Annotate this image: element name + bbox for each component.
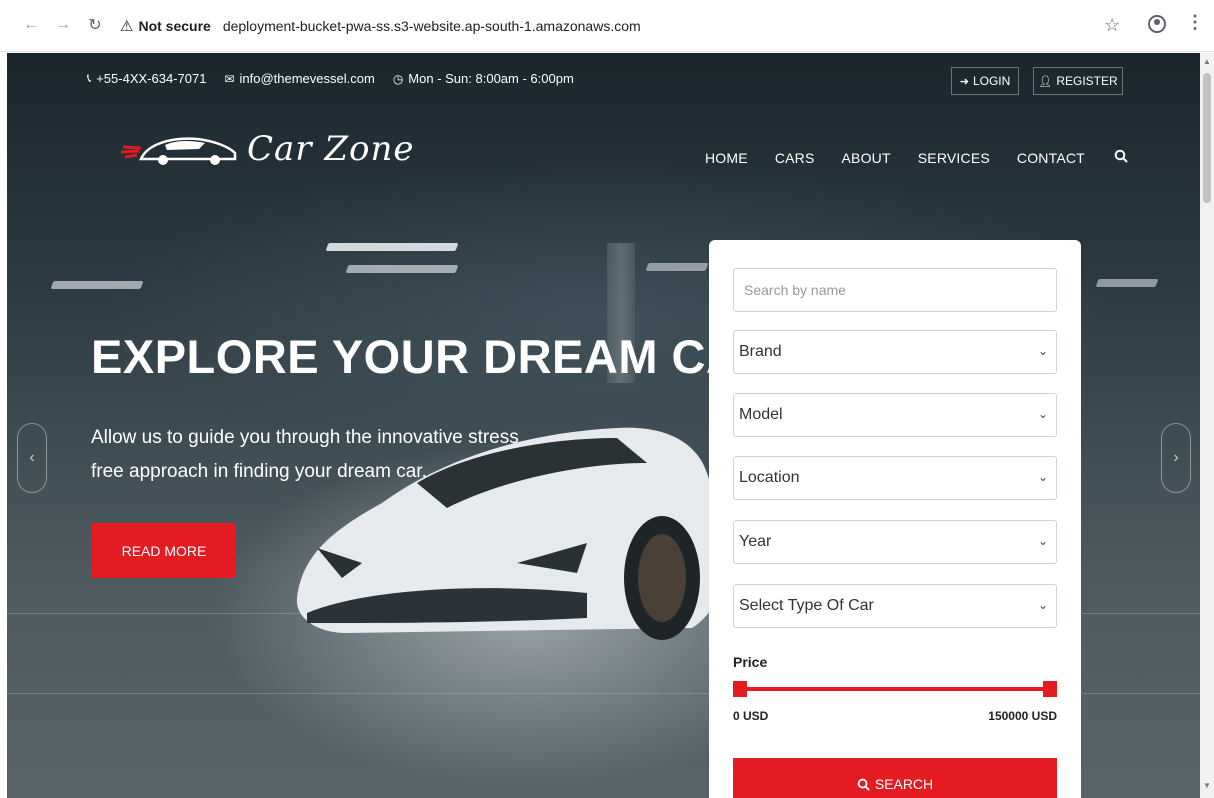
site-logo[interactable]: Car Zone: [119, 129, 414, 169]
price-min-handle[interactable]: [733, 681, 747, 697]
model-select[interactable]: Model ⌄: [733, 393, 1057, 437]
login-button[interactable]: ➜ LOGIN: [951, 67, 1019, 95]
model-select-value: Model: [739, 406, 783, 423]
email-text: info@themevessel.com: [239, 71, 375, 86]
hero-section: 📞︎ +55-4XX-634-7071 ✉ info@themevessel.com…: [7, 53, 1200, 798]
phone-info: 📞︎ +55-4XX-634-7071: [87, 71, 206, 86]
ceiling-light: [345, 265, 459, 273]
chevron-down-icon: ⌄: [1037, 534, 1048, 548]
phone-text: +55-4XX-634-7071: [96, 71, 207, 86]
profile-icon[interactable]: [1148, 15, 1166, 33]
scroll-down-arrow-icon[interactable]: ▼: [1203, 781, 1211, 790]
price-range-slider[interactable]: [733, 681, 1057, 697]
search-icon[interactable]: [1114, 149, 1128, 166]
reload-icon[interactable]: ↻: [84, 14, 106, 36]
bookmark-star-icon[interactable]: ☆: [1104, 15, 1120, 36]
ceiling-light: [50, 281, 144, 289]
hero-title: EXPLORE YOUR DREAM CAR: [91, 330, 775, 383]
nav-services[interactable]: SERVICES: [918, 150, 990, 166]
nav-home[interactable]: HOME: [705, 150, 748, 166]
price-range-track: [739, 687, 1051, 691]
clock-icon: ◷: [392, 71, 404, 86]
price-max-handle[interactable]: [1043, 681, 1057, 697]
login-label: LOGIN: [972, 74, 1011, 88]
logo-text: Car Zone: [247, 129, 415, 169]
car-logo-icon: [120, 137, 237, 165]
nav-about[interactable]: ABOUT: [842, 150, 891, 166]
ceiling-light: [645, 263, 709, 271]
hero-subtitle: Allow us to guide you through the innova…: [91, 427, 519, 482]
search-name-input[interactable]: Search by name: [733, 268, 1057, 312]
forward-arrow-icon[interactable]: →: [52, 14, 74, 36]
search-button[interactable]: SEARCH: [733, 758, 1057, 798]
phone-icon: 📞︎: [87, 71, 92, 85]
price-min-value: 0 USD: [733, 709, 769, 723]
hours-text: Mon - Sun: 8:00am - 6:00pm: [408, 71, 574, 86]
year-select[interactable]: Year ⌄: [733, 520, 1057, 564]
user-icon: 👤︎: [1038, 75, 1053, 88]
price-max-value: 150000 USD: [988, 709, 1057, 723]
location-select-value: Location: [739, 469, 800, 486]
chevron-down-icon: ⌄: [1037, 470, 1048, 484]
car-search-panel: Search by name Brand ⌄ Model ⌄ Location ⌄ Y…: [709, 240, 1081, 798]
menu-kebab-icon[interactable]: ⋮: [1186, 12, 1204, 33]
car-type-select-value: Select Type Of Car: [739, 597, 874, 614]
scrollbar-thumb[interactable]: [1203, 73, 1211, 203]
chevron-down-icon: ⌄: [1037, 407, 1048, 421]
hours-info: ◷ Mon - Sun: 8:00am - 6:00pm: [393, 71, 574, 86]
warning-icon: ⚠: [120, 18, 134, 35]
chevron-right-icon: ›: [1173, 449, 1179, 466]
main-navigation: HOME CARS ABOUT SERVICES CONTACT: [705, 149, 1128, 166]
back-arrow-icon[interactable]: ←: [20, 14, 42, 36]
carousel-next-button[interactable]: ›: [1161, 423, 1191, 493]
register-label: REGISTER: [1056, 74, 1118, 88]
chevron-down-icon: ⌄: [1037, 598, 1048, 612]
ceiling-light: [325, 243, 459, 251]
sign-in-icon: ➜: [959, 75, 969, 88]
price-label: Price: [733, 654, 768, 670]
read-more-button[interactable]: READ MORE: [92, 523, 236, 578]
page-scrollbar[interactable]: ▲ ▼: [1200, 53, 1214, 798]
ceiling-light: [1095, 279, 1159, 287]
email-info: ✉ info@themevessel.com: [224, 71, 374, 86]
nav-contact[interactable]: CONTACT: [1017, 150, 1085, 166]
brand-select-value: Brand: [739, 343, 782, 360]
register-button[interactable]: 👤︎ REGISTER: [1033, 67, 1123, 95]
security-indicator[interactable]: ⚠ Not secure: [120, 17, 211, 35]
search-button-label: SEARCH: [874, 776, 934, 792]
url-text[interactable]: deployment-bucket-pwa-ss.s3-website.ap-s…: [223, 18, 641, 34]
contact-bar: 📞︎ +55-4XX-634-7071 ✉ info@themevessel.com…: [87, 71, 592, 86]
location-select[interactable]: Location ⌄: [733, 456, 1057, 500]
chevron-left-icon: ‹: [29, 449, 35, 466]
nav-cars[interactable]: CARS: [775, 150, 815, 166]
chevron-down-icon: ⌄: [1037, 344, 1048, 358]
car-type-select[interactable]: Select Type Of Car ⌄: [733, 584, 1057, 628]
brand-select[interactable]: Brand ⌄: [733, 330, 1057, 374]
year-select-value: Year: [739, 533, 772, 550]
carousel-prev-button[interactable]: ‹: [17, 423, 47, 493]
scroll-up-arrow-icon[interactable]: ▲: [1203, 57, 1211, 66]
address-bar[interactable]: ⚠ Not secure deployment-bucket-pwa-ss.s3…: [120, 8, 1120, 44]
browser-toolbar: ← → ↻ ⚠ Not secure deployment-bucket-pwa…: [0, 0, 1214, 52]
search-icon: [857, 778, 870, 791]
envelope-icon: ✉: [224, 71, 235, 86]
security-label: Not secure: [138, 18, 211, 34]
